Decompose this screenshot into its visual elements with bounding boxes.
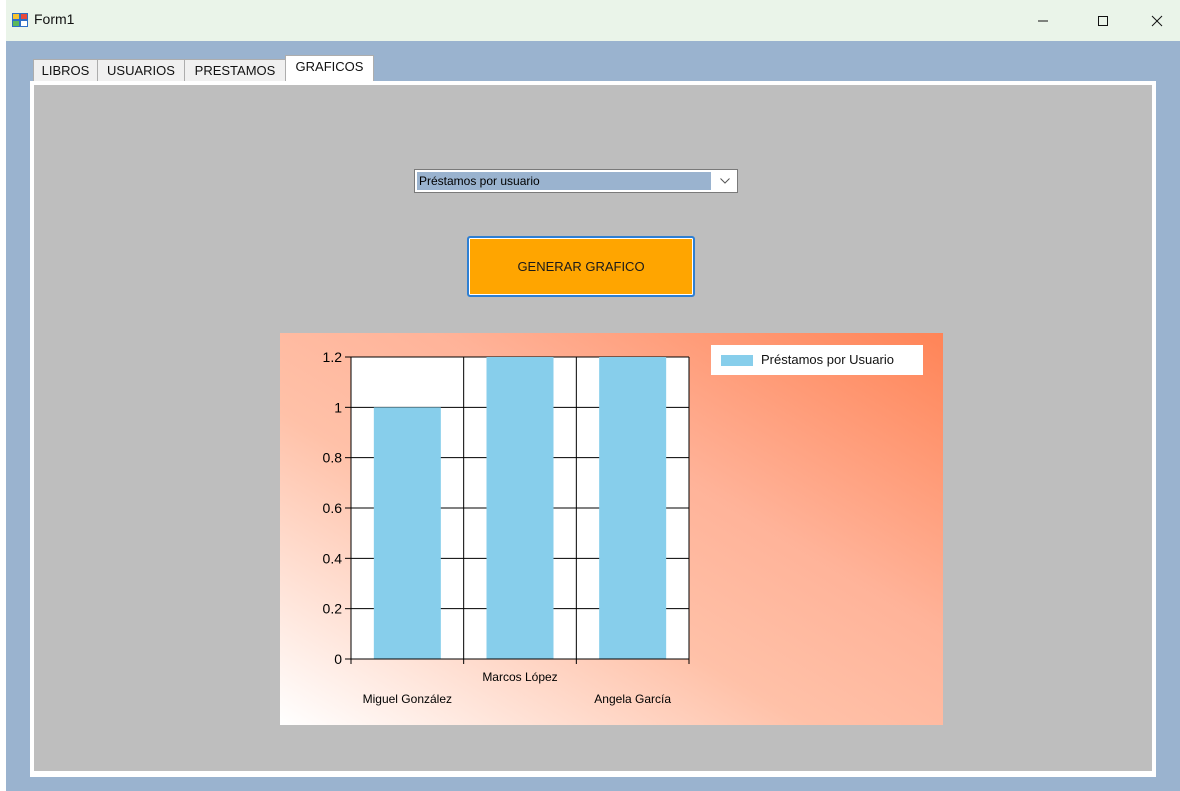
tab-usuarios[interactable]: USUARIOS — [97, 59, 185, 81]
legend-label: Préstamos por Usuario — [761, 352, 894, 367]
x-tick-label: Marcos López — [482, 670, 557, 684]
y-tick-label: 1.2 — [323, 349, 343, 365]
bar — [599, 357, 667, 659]
bar — [373, 407, 441, 659]
app-window: Form1 LIBROS USUARIOS PRESTAMOS GRAFICOS… — [6, 0, 1180, 791]
window-title: Form1 — [34, 11, 75, 27]
maximize-button[interactable] — [1080, 0, 1126, 41]
y-tick-label: 0.6 — [323, 500, 343, 516]
graficos-panel: Préstamos por usuario GENERAR GRAFICO 00… — [30, 81, 1156, 777]
y-tick-label: 0.4 — [323, 550, 343, 566]
bar-chart: 0 0.2 0.4 0.6 0.8 1 1.2 Miguel González Marcos L… — [323, 349, 690, 706]
dropdown-button[interactable] — [715, 172, 735, 190]
graficos-content: Préstamos por usuario GENERAR GRAFICO 00… — [34, 85, 1152, 771]
x-tick-label: Miguel González — [363, 692, 452, 706]
legend-swatch — [721, 355, 753, 366]
y-tick-label: 1 — [334, 399, 342, 415]
form-icon — [12, 13, 28, 27]
chart-type-selected: Préstamos por usuario — [417, 172, 711, 190]
y-tick-label: 0.8 — [323, 450, 343, 466]
y-tick-label: 0 — [334, 651, 342, 667]
generate-chart-button[interactable]: GENERAR GRAFICO — [467, 236, 695, 297]
tab-libros[interactable]: LIBROS — [33, 59, 98, 81]
chart-legend: Préstamos por Usuario — [711, 345, 923, 375]
title-bar: Form1 — [6, 0, 1180, 41]
maximize-icon — [1098, 15, 1108, 26]
tab-prestamos[interactable]: PRESTAMOS — [184, 59, 286, 81]
minimize-icon — [1038, 20, 1048, 21]
minimize-button[interactable] — [1020, 0, 1066, 41]
bar — [486, 357, 554, 659]
chevron-down-icon — [720, 178, 730, 184]
close-button[interactable] — [1134, 0, 1180, 41]
x-tick-label: Angela García — [594, 692, 671, 706]
close-icon — [1151, 15, 1163, 26]
chart-area: 0 0.2 0.4 0.6 0.8 1 1.2 Miguel González Marcos L… — [280, 333, 943, 725]
tab-graficos[interactable]: GRAFICOS — [285, 55, 374, 82]
chart-type-select[interactable]: Préstamos por usuario — [414, 169, 738, 193]
y-tick-label: 0.2 — [323, 601, 343, 617]
